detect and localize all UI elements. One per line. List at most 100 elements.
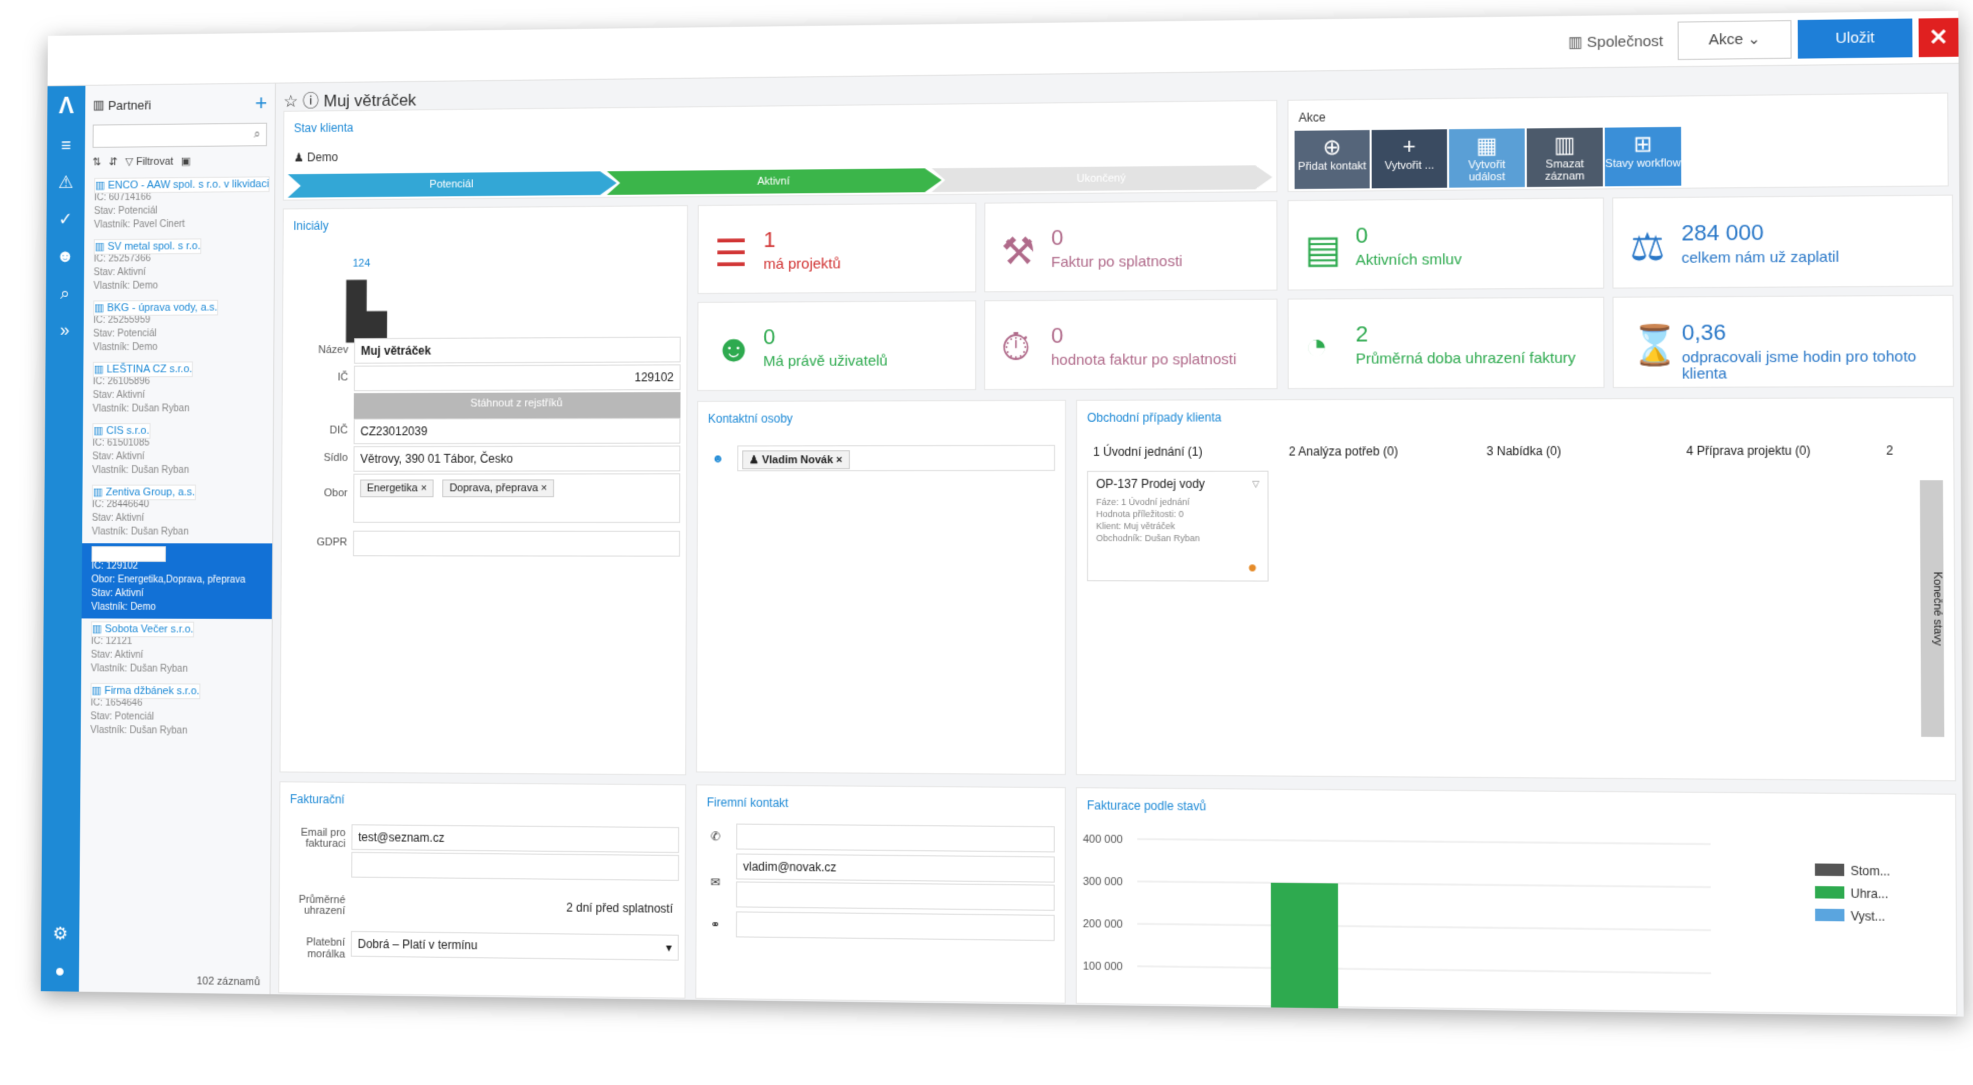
- balance-icon: ⚖: [1629, 226, 1666, 270]
- y-tick-label: 200 000: [1083, 918, 1123, 931]
- add-contact-button[interactable]: ⊕ Přidat kontakt: [1294, 130, 1370, 190]
- obor-tag[interactable]: Doprava, přeprava ×: [442, 479, 555, 498]
- payment-morale-select[interactable]: Dobrá – Platí v termínu ▾: [350, 930, 679, 961]
- name-label: Název: [318, 344, 349, 357]
- create-button[interactable]: + Vytvořit ...: [1371, 129, 1448, 189]
- sort-asc-icon[interactable]: ⇅: [92, 155, 101, 168]
- invoice-email-input[interactable]: test@seznam.cz: [351, 824, 680, 853]
- tile-overdue-value[interactable]: ⏱ 0 hodnota faktur po splatnosti: [984, 298, 1278, 391]
- invoicing-panel: Fakturační Email pro fakturaci test@sezna…: [278, 781, 687, 999]
- info-icon[interactable]: ⓘ: [303, 92, 319, 111]
- avatar[interactable]: ●: [41, 952, 79, 990]
- company-link[interactable]: ▥ Společnost: [1568, 32, 1663, 51]
- tile-users[interactable]: ☻ 0 Má právě uživatelů: [697, 300, 977, 392]
- sort-desc-icon[interactable]: ⇵: [109, 155, 118, 168]
- partner-item[interactable]: ▥ LEŠTINA CZ s.r.o.ID: 127IČ: 26105896St…: [83, 358, 273, 420]
- initials-label: Iniciály: [293, 218, 329, 233]
- stage-aktivni[interactable]: Aktivní: [607, 168, 942, 195]
- gridline: [1137, 839, 1710, 844]
- users-icon[interactable]: ☻: [46, 237, 84, 274]
- contact-tag[interactable]: ♟ Vladim Novák ×: [742, 450, 850, 470]
- create-event-button[interactable]: ▦ Vytvořit událost: [1449, 128, 1525, 188]
- stage-potencial[interactable]: Potenciál: [288, 171, 617, 197]
- kanban-column-header: 2: [1886, 443, 1894, 458]
- tile-hours[interactable]: ⌛ 0,36 odpracovali jsme hodin pro tohoto k…: [1612, 294, 1955, 389]
- kanban-column-header: 4 Příprava projektu (0): [1686, 443, 1811, 459]
- tile-avg-payment[interactable]: ◔ 2 Průměrná doba uhrazení faktury: [1287, 296, 1605, 390]
- company-contact-label: Firemní kontakt: [706, 795, 789, 811]
- partner-item[interactable]: ▥ ENCO - AAW spol. s r.o. v likvidaciID:…: [84, 173, 274, 236]
- tasks-icon[interactable]: ✓: [46, 200, 84, 237]
- legend-swatch: [1814, 863, 1845, 877]
- hourglass-icon: ⌛: [1630, 324, 1680, 368]
- close-button[interactable]: ✕: [1918, 17, 1959, 58]
- obor-label: Obor: [323, 487, 348, 500]
- contact-person-input[interactable]: ♟ Vladim Novák ×: [737, 444, 1056, 472]
- avatar: ●: [1247, 559, 1258, 577]
- case-card[interactable]: OP-137 Prodej vody Fáze: 1 Úvodní jednán…: [1087, 470, 1269, 582]
- filter-icon[interactable]: ▽: [1252, 478, 1259, 490]
- contacts-label: Kontaktní osoby: [707, 411, 793, 426]
- tile-active-contracts[interactable]: ▤ 0 Aktivních smluv: [1287, 197, 1605, 291]
- partner-item[interactable]: ▥ BKG - úprava vody, a.s.ID: 128IČ: 2525…: [83, 297, 273, 359]
- invoicing-label: Fakturační: [289, 792, 345, 807]
- users-icon: ☻: [713, 328, 754, 371]
- web-input[interactable]: [735, 911, 1055, 942]
- search-icon[interactable]: ⌕: [46, 274, 84, 311]
- calendar-icon[interactable]: ▣: [181, 154, 191, 167]
- email-2-input[interactable]: [736, 881, 1055, 911]
- partner-detail: Vlastník: Dušan Ryban: [92, 403, 190, 415]
- filter-button[interactable]: ▽ Filtrovat: [125, 154, 173, 167]
- partner-item[interactable]: ▥ Zentiva Group, a.s.ID: 125IČ: 28446640…: [82, 482, 272, 544]
- settings-icon[interactable]: ⚙: [41, 915, 79, 953]
- stage-ukonceny[interactable]: Ukončený: [932, 165, 1273, 192]
- partner-name: ▥ ENCO - AAW spol. s r.o. v likvidaci: [94, 176, 270, 194]
- menu-icon[interactable]: ≡: [47, 127, 85, 164]
- partner-detail: Stav: Aktivní: [91, 588, 144, 600]
- actions-label: Akce: [1298, 110, 1326, 125]
- phone-input[interactable]: [736, 823, 1055, 853]
- workflow-icon: ⊞: [1633, 131, 1653, 157]
- email-input[interactable]: vladim@novak.cz: [736, 853, 1055, 883]
- partner-item[interactable]: ▥ SV metal spol. s r.o.ID: 129IČ: 252573…: [84, 235, 274, 298]
- obor-tag[interactable]: Energetika ×: [360, 479, 434, 498]
- tile-projects[interactable]: ☰ 1 má projektů: [697, 202, 977, 295]
- ic-input[interactable]: 129102: [353, 364, 681, 392]
- expand-icon[interactable]: »: [46, 311, 84, 348]
- save-button[interactable]: Uložit: [1797, 18, 1913, 59]
- dic-input[interactable]: CZ23012039: [353, 417, 681, 445]
- partner-detail: Stav: Potenciál: [93, 205, 158, 217]
- tile-overdue-invoices[interactable]: ⚒ 0 Faktur po splatnosti: [984, 200, 1278, 293]
- star-icon[interactable]: ☆: [283, 92, 298, 111]
- notifications-icon[interactable]: ⚠: [47, 163, 85, 200]
- partner-item[interactable]: ▥ Muj větráčekID: 124IČ: 129102Obor: Ene…: [81, 543, 273, 619]
- link-icon: ⚭: [710, 917, 721, 932]
- partner-item[interactable]: ▥ Firma džbánek s.r.o.ID: 122IČ: 1654646…: [81, 680, 272, 743]
- partner-detail: IČ: 129102: [91, 560, 139, 572]
- partner-search-input[interactable]: ⌕: [92, 122, 268, 148]
- tile-total-paid[interactable]: ⚖ 284 000 celkem nám už zaplatil: [1612, 194, 1954, 289]
- projects-icon: ☰: [714, 233, 748, 276]
- bar[interactable]: [1270, 882, 1339, 1012]
- fetch-registry-button[interactable]: Stáhnout z rejstříků: [353, 392, 681, 419]
- partner-detail: IČ: 28446640: [91, 499, 150, 511]
- partner-detail: Vlastník: Dušan Ryban: [90, 725, 188, 737]
- gdpr-input[interactable]: [352, 530, 681, 557]
- company-contact-panel: Firemní kontakt ✆ ✉ vladim@novak.cz ⚭: [695, 784, 1066, 1004]
- partner-item[interactable]: ▥ CIS s.r.o.ID: 126IČ: 61501085Stav: Akt…: [83, 420, 273, 482]
- partner-detail: Stav: Aktivní: [90, 649, 144, 661]
- invoice-email-2-input[interactable]: [351, 851, 680, 881]
- sidlo-input[interactable]: Větrovy, 390 01 Tábor, Česko: [353, 445, 681, 472]
- delete-record-button[interactable]: ▥ Smazat záznam: [1526, 127, 1603, 188]
- name-input[interactable]: Muj větráček: [354, 336, 681, 364]
- partner-detail: Vlastník: Dušan Ryban: [92, 465, 190, 476]
- actions-dropdown[interactable]: Akce ⌄: [1677, 20, 1792, 61]
- partner-item[interactable]: ▥ Sobota Večer s.r.o.ID: 123IČ: 12121Sta…: [81, 618, 272, 680]
- final-states-column[interactable]: Konečné stavy: [1919, 480, 1945, 737]
- workflow-states-button[interactable]: ⊞ Stavy workflow: [1604, 126, 1682, 187]
- document-icon: ▤: [1304, 228, 1342, 272]
- partner-name: ▥ CIS s.r.o.: [92, 423, 151, 439]
- add-partner-button[interactable]: +: [255, 91, 267, 116]
- dic-label: DIČ: [329, 424, 348, 437]
- obor-input[interactable]: Energetika × Doprava, přeprava ×: [353, 473, 681, 523]
